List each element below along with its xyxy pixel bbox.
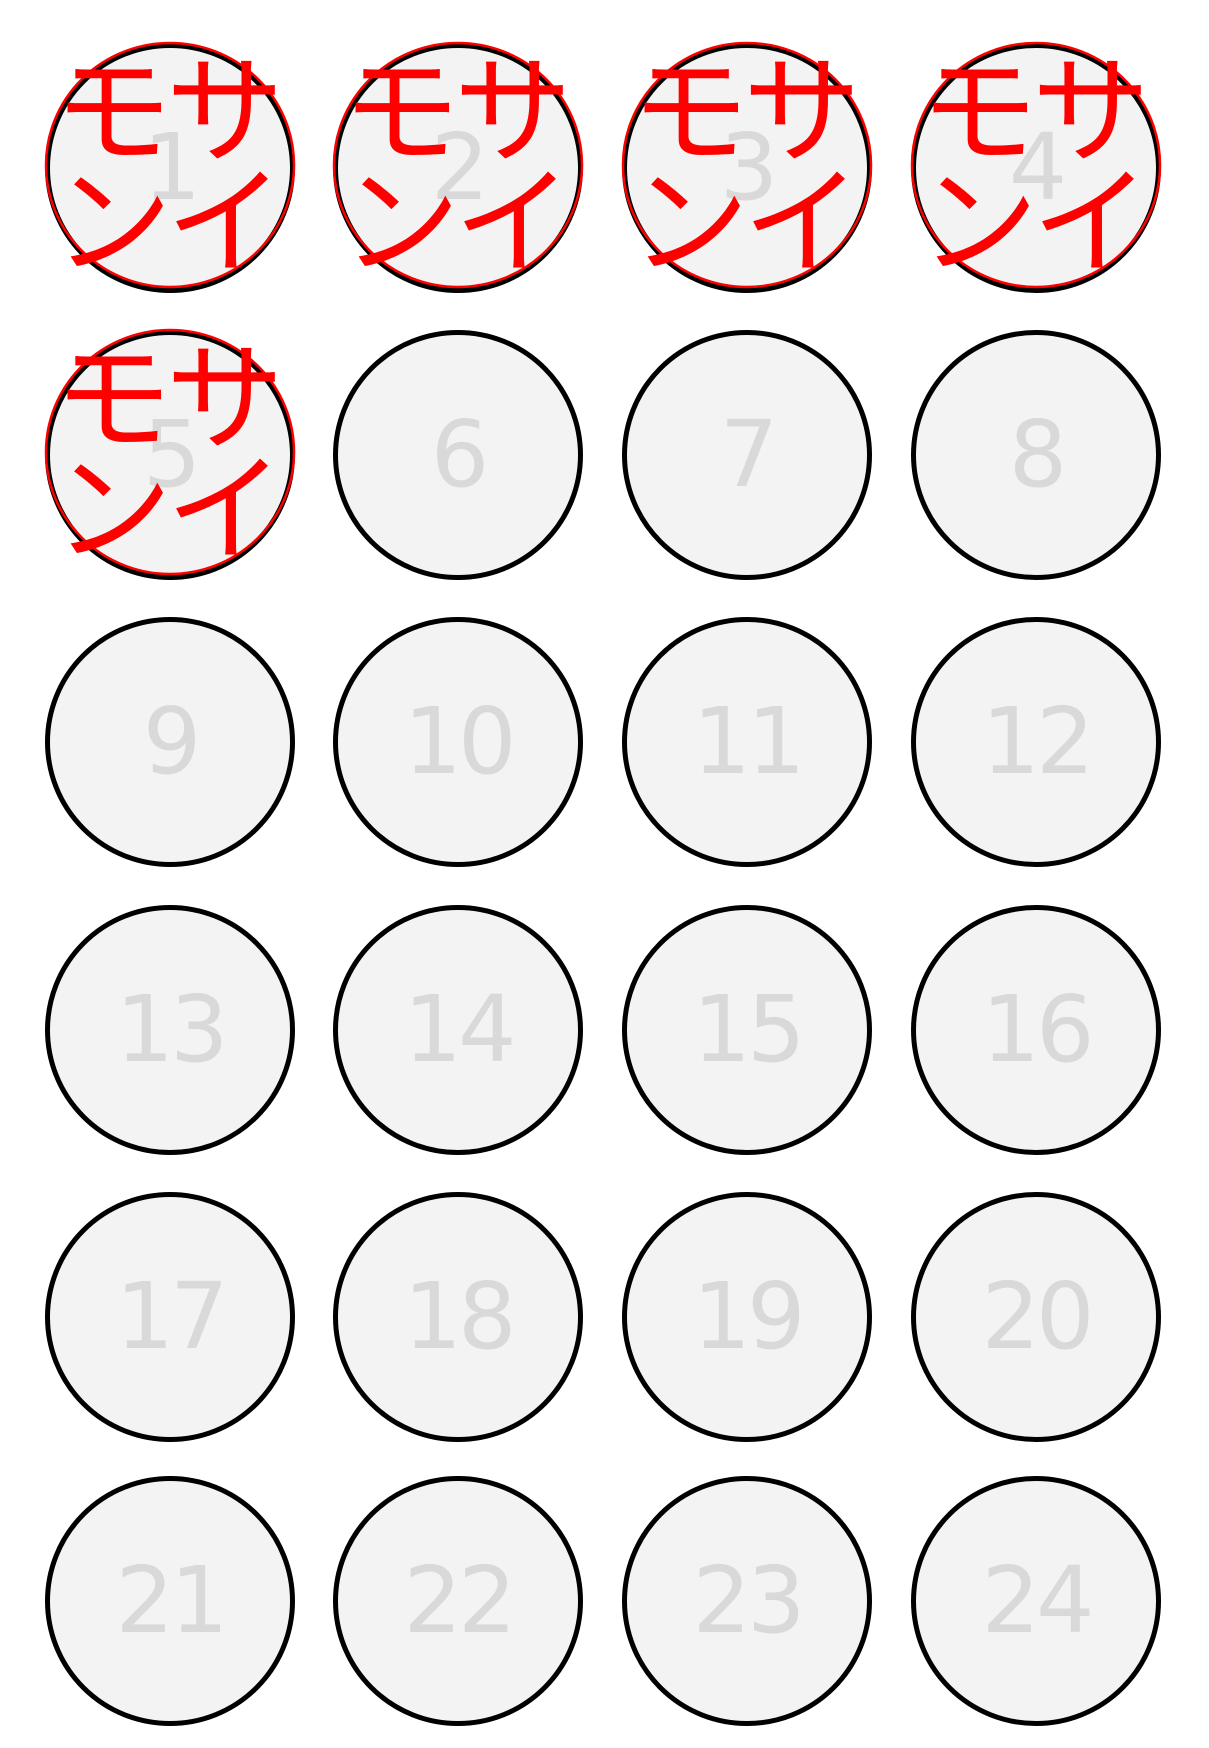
stamp-slot-3: 3モサンイ (620, 41, 873, 293)
stamp-slot-number: 6 (430, 401, 490, 508)
stamp-slot-12: 12 (911, 617, 1161, 867)
stamp-slot-13: 13 (45, 905, 295, 1155)
stamp-slot-number: 14 (403, 976, 516, 1083)
stamp-slot-21: 21 (45, 1476, 295, 1726)
seal-character: ン (920, 154, 1038, 292)
stamp-slot-number: 24 (981, 1547, 1094, 1654)
stamp-slot-20: 20 (911, 1192, 1161, 1442)
stamp-slot-number: 16 (981, 976, 1094, 1083)
stamp-slot-number: 21 (115, 1547, 228, 1654)
stamp-card-sheet: 1 モサンイ 2 モサンイ 3 モサンイ 4 モサンイ 5 モサンイ 6 7 8 9 10 11 12 13 14 1… (0, 0, 1209, 1748)
seal-graphic: モサンイ (332, 41, 584, 292)
stamp-slot-number: 10 (403, 688, 516, 795)
stamp-slot-22: 22 (333, 1476, 583, 1726)
seal-character: イ (166, 154, 284, 292)
stamp-slot-11: 11 (622, 617, 872, 867)
stamp-slot-15: 15 (622, 905, 872, 1155)
stamp-slot-number: 20 (981, 1263, 1094, 1370)
seal-graphic: モサンイ (44, 328, 296, 579)
stamp-slot-2: 2モサンイ (331, 41, 584, 293)
stamp-slot-10: 10 (333, 617, 583, 867)
stamp-slot-number: 13 (115, 976, 228, 1083)
seal-character: イ (454, 154, 572, 292)
seal-character: イ (743, 154, 861, 292)
seal-character: ン (54, 441, 172, 579)
seal-character: ン (342, 154, 460, 292)
stamp-slot-19: 19 (622, 1192, 872, 1442)
red-seal-stamp: モサンイ (909, 41, 1162, 292)
stamp-slot-16: 16 (911, 905, 1161, 1155)
stamp-slot-23: 23 (622, 1476, 872, 1726)
seal-character: ン (631, 154, 749, 292)
stamp-slot-17: 17 (45, 1192, 295, 1442)
red-seal-stamp: モサンイ (331, 41, 584, 292)
stamp-slot-number: 7 (719, 401, 779, 508)
red-seal-stamp: モサンイ (43, 328, 296, 579)
stamp-slot-number: 22 (403, 1547, 516, 1654)
seal-graphic: モサンイ (910, 41, 1162, 292)
stamp-slot-18: 18 (333, 1192, 583, 1442)
seal-character: イ (1032, 154, 1150, 292)
stamp-slot-number: 8 (1008, 401, 1068, 508)
stamp-slot-9: 9 (45, 617, 295, 867)
stamp-slot-4: 4モサンイ (909, 41, 1162, 293)
stamp-slot-14: 14 (333, 905, 583, 1155)
stamp-slot-number: 18 (403, 1263, 516, 1370)
stamp-slot-number: 9 (142, 688, 202, 795)
stamp-slot-1: 1モサンイ (43, 41, 296, 293)
stamp-slot-6: 6 (333, 330, 583, 580)
red-seal-stamp: モサンイ (620, 41, 873, 292)
stamp-slot-number: 12 (981, 688, 1094, 795)
seal-graphic: モサンイ (44, 41, 296, 292)
stamp-slot-number: 11 (692, 688, 805, 795)
stamp-slot-number: 19 (692, 1263, 805, 1370)
seal-character: ン (54, 154, 172, 292)
stamp-slot-7: 7 (622, 330, 872, 580)
red-seal-stamp: モサンイ (43, 41, 296, 292)
stamp-slot-number: 17 (115, 1263, 228, 1370)
stamp-slot-8: 8 (911, 330, 1161, 580)
stamp-slot-number: 15 (692, 976, 805, 1083)
seal-character: イ (166, 441, 284, 579)
stamp-slot-24: 24 (911, 1476, 1161, 1726)
stamp-slot-number: 23 (692, 1547, 805, 1654)
seal-graphic: モサンイ (621, 41, 873, 292)
stamp-slot-5: 5モサンイ (43, 328, 296, 580)
